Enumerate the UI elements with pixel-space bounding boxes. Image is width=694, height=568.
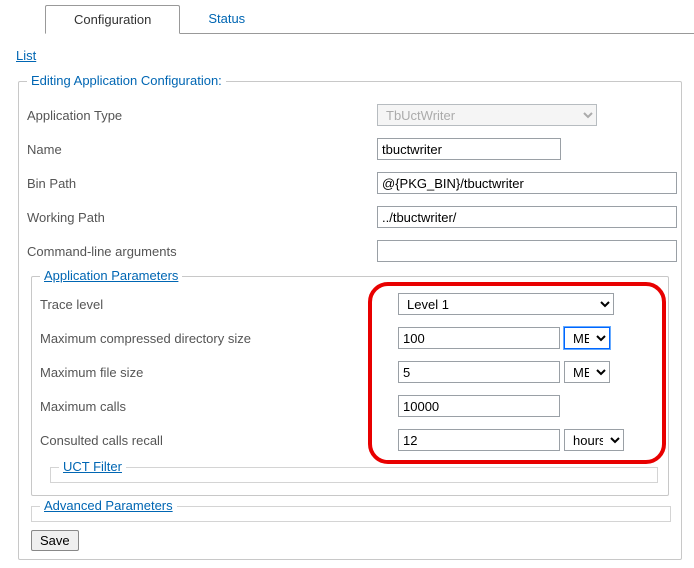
working-path-label: Working Path: [27, 210, 377, 225]
uct-filter-legend[interactable]: UCT Filter: [59, 459, 126, 474]
bin-path-label: Bin Path: [27, 176, 377, 191]
name-label: Name: [27, 142, 377, 157]
trace-level-label: Trace level: [40, 297, 398, 312]
application-parameters-fieldset: Application Parameters Trace level Level…: [31, 276, 669, 496]
working-path-input[interactable]: [377, 206, 677, 228]
advanced-parameters-legend[interactable]: Advanced Parameters: [40, 498, 177, 513]
uct-filter-fieldset: UCT Filter: [50, 467, 658, 483]
max-file-size-label: Maximum file size: [40, 365, 398, 380]
editing-config-fieldset: Editing Application Configuration: Appli…: [18, 81, 682, 560]
max-calls-input[interactable]: [398, 395, 560, 417]
app-type-label: Application Type: [27, 108, 377, 123]
application-parameters-legend[interactable]: Application Parameters: [40, 268, 182, 283]
max-dir-size-label: Maximum compressed directory size: [40, 331, 398, 346]
bin-path-input[interactable]: [377, 172, 677, 194]
name-input[interactable]: [377, 138, 561, 160]
advanced-parameters-fieldset: Advanced Parameters: [31, 506, 671, 522]
editing-config-legend: Editing Application Configuration:: [27, 73, 226, 88]
save-button[interactable]: Save: [31, 530, 79, 551]
recall-label: Consulted calls recall: [40, 433, 398, 448]
app-type-select: TbUctWriter: [377, 104, 597, 126]
tabstrip: Configuration Status: [45, 0, 694, 34]
tab-configuration[interactable]: Configuration: [45, 5, 180, 34]
cli-args-input[interactable]: [377, 240, 677, 262]
max-file-size-input[interactable]: [398, 361, 560, 383]
trace-level-select[interactable]: Level 1: [398, 293, 614, 315]
list-link[interactable]: List: [16, 48, 36, 63]
max-dir-size-unit-select[interactable]: MB: [564, 327, 610, 349]
recall-unit-select[interactable]: hours: [564, 429, 624, 451]
cli-args-label: Command-line arguments: [27, 244, 377, 259]
tab-status[interactable]: Status: [180, 5, 273, 34]
recall-input[interactable]: [398, 429, 560, 451]
max-dir-size-input[interactable]: [398, 327, 560, 349]
max-file-size-unit-select[interactable]: MB: [564, 361, 610, 383]
max-calls-label: Maximum calls: [40, 399, 398, 414]
